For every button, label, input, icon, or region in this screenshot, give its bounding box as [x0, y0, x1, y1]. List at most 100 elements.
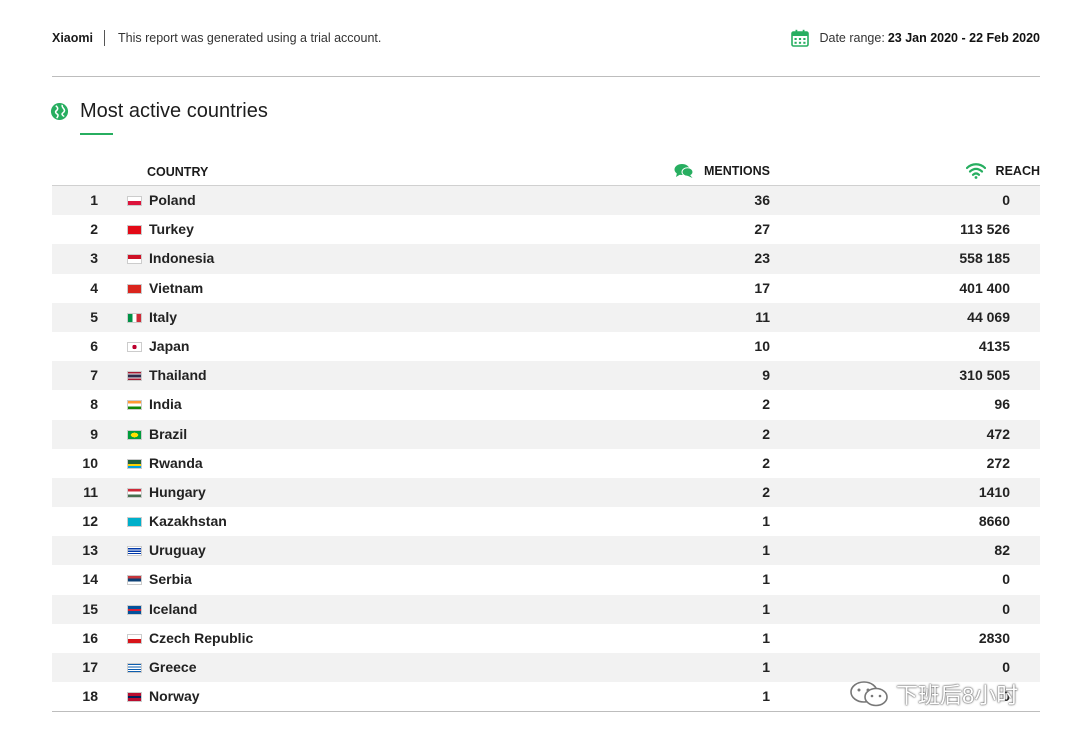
reach-cell: 401 400: [959, 279, 1010, 296]
date-range-label: Date range:: [819, 31, 885, 45]
mentions-cell: 2: [762, 454, 770, 471]
table-row: 14 Serbia 1 0: [52, 565, 1040, 594]
page-title: Most active countries: [80, 100, 268, 122]
column-header-reach: REACH: [965, 163, 1040, 179]
mentions-cell: 9: [762, 367, 770, 384]
report-header: Xiaomi This report was generated using a…: [52, 26, 1040, 50]
country-cell: Turkey: [149, 221, 194, 238]
greece-flag-icon: [127, 663, 142, 673]
country-cell: Poland: [149, 192, 196, 208]
country-cell: India: [149, 396, 182, 413]
wifi-icon: [965, 163, 986, 179]
rwanda-flag-icon: [127, 458, 142, 469]
wechat-icon: [850, 681, 888, 707]
section-title: Most active countries: [50, 100, 268, 123]
table-row: 9 Brazil 2 472: [52, 419, 1040, 449]
reach-cell: 4135: [978, 337, 1010, 354]
table-body: 1 Poland 36 0 2 Turkey 27 113 526 3 Indonesia 23 55…: [52, 186, 1040, 711]
thailand-flag-icon: [127, 371, 142, 382]
reach-cell: 1410: [978, 483, 1010, 500]
reach-cell: 82: [994, 542, 1010, 559]
reach-cell: 2830: [978, 629, 1010, 646]
date-range: Date range: 23 Jan 2020 - 22 Feb 2020: [791, 29, 1040, 47]
reach-cell: 0: [1002, 659, 1010, 675]
reach-cell: 558 185: [959, 250, 1010, 267]
title-underline: [80, 133, 113, 135]
rank-cell: 5: [90, 308, 98, 325]
table-row: 8 India 2 96: [52, 390, 1040, 419]
reach-cell: 0: [1002, 600, 1010, 617]
table-row: 10 Rwanda 2 272: [52, 449, 1040, 478]
country-cell: Italy: [149, 308, 178, 325]
country-cell: Brazil: [149, 425, 188, 442]
calendar-icon: [791, 29, 810, 47]
table-row: 7 Thailand 9 310 505: [52, 361, 1040, 391]
table-row: 3 Indonesia 23 558 185: [52, 244, 1040, 274]
country-cell: Japan: [149, 337, 190, 354]
czech-flag-icon: [127, 633, 142, 644]
mentions-cell: 27: [754, 221, 770, 238]
mentions-cell: 1: [762, 513, 770, 530]
rank-cell: 1: [90, 192, 98, 208]
country-cell: Norway: [149, 688, 200, 705]
reach-cell: 96: [994, 396, 1010, 413]
mentions-cell: 11: [755, 308, 770, 325]
brand-name: Xiaomi: [52, 31, 93, 45]
watermark-text: 下班后8小时: [896, 683, 1019, 708]
header-left: Xiaomi This report was generated using a…: [52, 30, 381, 46]
reach-cell: 472: [986, 425, 1010, 442]
table-row: 6 Japan 10 4135: [52, 332, 1040, 361]
uruguay-flag-icon: [127, 546, 142, 557]
vietnam-flag-icon: [127, 283, 142, 294]
rank-cell: 2: [90, 221, 98, 238]
rank-cell: 18: [82, 688, 98, 705]
rank-cell: 7: [90, 367, 98, 384]
japan-flag-icon: [127, 341, 142, 352]
rank-cell: 11: [83, 483, 98, 500]
rank-cell: 12: [82, 513, 98, 530]
country-cell: Rwanda: [149, 454, 203, 471]
table-row: 13 Uruguay 1 82: [52, 536, 1040, 566]
rank-cell: 10: [82, 454, 98, 471]
chat-bubbles-icon: [674, 164, 694, 178]
watermark: 下班后8小时: [848, 678, 1018, 710]
norway-flag-icon: [127, 692, 142, 703]
table-row: 11 Hungary 2 1410: [52, 477, 1040, 508]
india-flag-icon: [127, 400, 142, 411]
poland-flag-icon: [127, 196, 142, 206]
table-bottom-rule: [52, 711, 1040, 713]
mentions-cell: 2: [762, 396, 770, 413]
rank-cell: 6: [90, 337, 98, 354]
reach-header-label: REACH: [995, 164, 1040, 178]
mentions-cell: 36: [754, 192, 770, 208]
table-row: 12 Kazakhstan 1 8660: [52, 507, 1040, 536]
rank-cell: 17: [82, 659, 98, 675]
reach-cell: 310 505: [959, 367, 1010, 384]
reach-cell: 44 069: [967, 308, 1010, 325]
mentions-cell: 23: [754, 250, 770, 267]
kazakhstan-flag-icon: [127, 517, 142, 528]
brazil-flag-icon: [127, 429, 142, 440]
column-header-mentions: MENTIONS: [674, 163, 770, 179]
table-row: 1 Poland 36 0: [52, 186, 1040, 216]
reach-cell: 113 526: [960, 221, 1010, 238]
rank-cell: 9: [90, 425, 98, 442]
table-row: 16 Czech Republic 1 2830: [52, 624, 1040, 653]
table-row: 2 Turkey 27 113 526: [52, 215, 1040, 244]
country-cell: Thailand: [149, 367, 207, 384]
reach-cell: 272: [986, 454, 1010, 471]
country-cell: Vietnam: [149, 279, 204, 296]
table-row: 4 Vietnam 17 401 400: [52, 274, 1040, 303]
date-range-value: 23 Jan 2020 - 22 Feb 2020: [887, 31, 1040, 45]
rank-cell: 15: [82, 600, 98, 617]
mentions-cell: 2: [762, 483, 770, 500]
mentions-cell: 1: [762, 600, 770, 617]
reach-cell: 0: [1002, 571, 1010, 588]
rank-cell: 8: [90, 396, 98, 413]
indonesia-flag-icon: [127, 254, 142, 265]
serbia-flag-icon: [127, 575, 142, 586]
table-row: 5 Italy 11 44 069: [52, 302, 1040, 332]
mentions-cell: 2: [762, 425, 770, 442]
rank-cell: 14: [82, 571, 98, 588]
mentions-cell: 1: [762, 571, 770, 588]
